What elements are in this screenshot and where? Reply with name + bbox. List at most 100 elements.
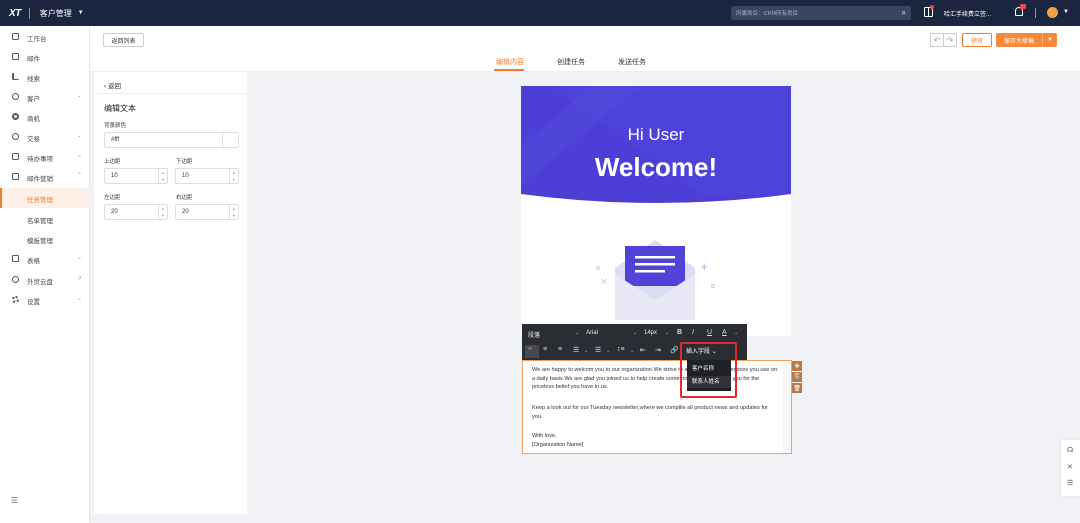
sidebar-item-template-management[interactable]: 模板管理 [0, 229, 90, 249]
redo-icon[interactable]: ↷ [943, 33, 957, 47]
global-search-input[interactable]: 所属类目：CRM所有类目 ⌕ [731, 6, 911, 20]
user-icon [12, 93, 19, 100]
align-left-icon[interactable]: ≡ [528, 346, 532, 353]
email-signature[interactable]: [Organization Name] [532, 441, 780, 450]
text-block[interactable]: We are happy to welcom you to our organi… [522, 360, 792, 454]
list-icon[interactable]: ☰ [1067, 479, 1073, 487]
chevron-down-icon[interactable]: ⌄ [665, 330, 669, 336]
stepper-arrows-icon[interactable]: ▲ ▼ [229, 169, 238, 183]
sidebar: 工作台 邮件 线索 客户 ⌄ 商机 交易 ⌄ 待办事项 ⌄ 邮件营销 ⌃ 任务管理 名单… [0, 26, 90, 523]
indent-icon[interactable]: ⇥ [655, 346, 661, 354]
sidebar-item-customer[interactable]: 客户 ⌄ [0, 87, 90, 107]
sidebar-item-label: 邮件营销 [27, 176, 53, 183]
avatar[interactable] [1047, 7, 1058, 18]
move-icon[interactable]: ✥ [792, 361, 802, 371]
sidebar-item-todo[interactable]: 待办事项 ⌄ [0, 147, 90, 167]
outdent-icon[interactable]: ⇤ [640, 346, 646, 354]
hero-welcome: Welcome! [594, 152, 718, 182]
top-padding-label: 上边距 [104, 159, 121, 165]
chevron-down-icon[interactable]: ⌄ [734, 330, 738, 336]
copy-icon[interactable]: ⎘ [792, 372, 802, 382]
divider [28, 7, 30, 19]
undo-icon[interactable]: ↶ [930, 33, 944, 47]
sidebar-item-table[interactable]: 表格 ⌄ [0, 249, 90, 269]
left-padding-stepper[interactable]: 20 ▲ ▼ [104, 204, 168, 220]
svg-text:+: + [700, 262, 708, 273]
email-paragraph-1[interactable]: We are happy to welcom you to our organi… [532, 366, 780, 392]
app-title[interactable]: 客户管理 [40, 8, 72, 19]
hero-banner[interactable] [521, 86, 791, 204]
bullet-list-icon[interactable]: ☰ [573, 346, 579, 354]
right-padding-stepper[interactable]: 20 ▲ ▼ [175, 204, 239, 220]
sidebar-item-email-marketing[interactable]: 邮件营销 ⌃ [0, 167, 90, 187]
delete-icon[interactable]: 🗑 [792, 383, 802, 393]
sidebar-item-label: 客户 [27, 96, 40, 103]
font-size-select[interactable]: 14px [644, 330, 657, 336]
email-closing[interactable]: With love, [532, 432, 780, 441]
chevron-down-icon[interactable]: ▼ [78, 10, 84, 16]
right-padding-value: 20 [182, 209, 189, 215]
sidebar-item-label: 设置 [27, 299, 40, 306]
tab-edit-content[interactable]: 编辑内容 [496, 57, 524, 67]
chevron-down-icon[interactable]: ⌄ [606, 348, 610, 354]
italic-icon[interactable]: I [692, 329, 694, 336]
search-icon[interactable]: ⌕ [902, 8, 906, 18]
back-label: 返回 [107, 83, 121, 90]
sidebar-item-settings[interactable]: 设置 ⌄ [0, 290, 90, 310]
company-name[interactable]: 哈汇手续费立签... [944, 9, 991, 18]
gear-icon [12, 296, 19, 303]
campaign-icon [12, 173, 19, 180]
stepper-arrows-icon[interactable]: ▲ ▼ [229, 205, 238, 219]
sidebar-item-task-management[interactable]: 任务管理 [0, 188, 90, 208]
highlight-box [680, 342, 737, 398]
sidebar-item-opportunity[interactable]: 商机 [0, 107, 90, 127]
sidebar-item-list-management[interactable]: 名单管理 [0, 209, 90, 229]
preview-button[interactable]: 预览 [962, 33, 992, 47]
save-draft-button[interactable]: 保存为草稿 [996, 33, 1042, 47]
paragraph-format-select[interactable]: 段落 [528, 330, 540, 339]
collapse-sidebar-icon[interactable]: ☰ [11, 496, 18, 505]
bottom-padding-stepper[interactable]: 10 ▲ ▼ [175, 168, 239, 184]
sidebar-item-label: 线索 [27, 76, 40, 83]
cloud-icon [12, 276, 19, 283]
back-to-list-button[interactable]: 返回列表 [103, 33, 144, 47]
chevron-down-icon[interactable]: ⌄ [575, 330, 579, 336]
link-icon[interactable]: 🔗 [670, 346, 679, 354]
tab-create-task[interactable]: 创建任务 [557, 57, 585, 67]
chevron-down-icon[interactable]: ▼ [1063, 9, 1069, 15]
right-padding-label: 右边距 [176, 195, 193, 201]
underline-icon[interactable]: U [707, 329, 712, 336]
sidebar-item-label: 任务管理 [27, 197, 53, 204]
sidebar-item-mail[interactable]: 邮件 [0, 47, 90, 67]
sidebar-item-leads[interactable]: 线索 [0, 67, 90, 87]
sidebar-item-workbench[interactable]: 工作台 [0, 27, 90, 47]
bottom-padding-label: 下边距 [176, 159, 193, 165]
stepper-arrows-icon[interactable]: ▲ ▼ [158, 205, 167, 219]
text-scrollbar[interactable] [783, 361, 791, 453]
align-center-icon[interactable]: ≡ [543, 346, 547, 353]
numbered-list-icon[interactable]: ☰ [595, 346, 601, 354]
font-color-icon[interactable]: A [722, 329, 727, 336]
save-options-chevron-icon[interactable]: ▼ [1042, 33, 1057, 47]
bold-icon[interactable]: B [677, 329, 682, 336]
headset-icon[interactable]: ☊ [1067, 446, 1073, 454]
email-paragraph-2[interactable]: Keep a look out for our Tuesday newslett… [532, 404, 780, 421]
sidebar-item-deal[interactable]: 交易 ⌄ [0, 127, 90, 147]
sidebar-item-cloud-drive[interactable]: 外贸云盘 ↗ [0, 270, 90, 290]
tools-icon[interactable]: ✕ [1067, 463, 1073, 471]
chevron-down-icon[interactable]: ⌄ [630, 348, 634, 354]
align-right-icon[interactable]: ≡ [558, 346, 562, 353]
top-bar: XT 客户管理 ▼ 所属类目：CRM所有类目 ⌕ 哈汇手续费立签... ▼ [0, 0, 1080, 26]
tab-send-task[interactable]: 发送任务 [618, 57, 646, 67]
chevron-down-icon[interactable]: ⌄ [584, 348, 588, 354]
notification-dot [930, 5, 934, 9]
panel-back-button[interactable]: ‹ 返回 [104, 80, 121, 90]
color-swatch[interactable] [222, 133, 238, 147]
bg-color-input[interactable]: #fff [104, 132, 239, 148]
font-family-select[interactable]: Arial [586, 330, 598, 336]
chevron-down-icon[interactable]: ⌄ [633, 330, 637, 336]
top-padding-stepper[interactable]: 10 ▲ ▼ [104, 168, 168, 184]
stepper-arrows-icon[interactable]: ▲ ▼ [158, 169, 167, 183]
line-height-icon[interactable]: ↕≡ [617, 346, 625, 353]
block-actions: ✥ ⎘ 🗑 [792, 361, 802, 393]
